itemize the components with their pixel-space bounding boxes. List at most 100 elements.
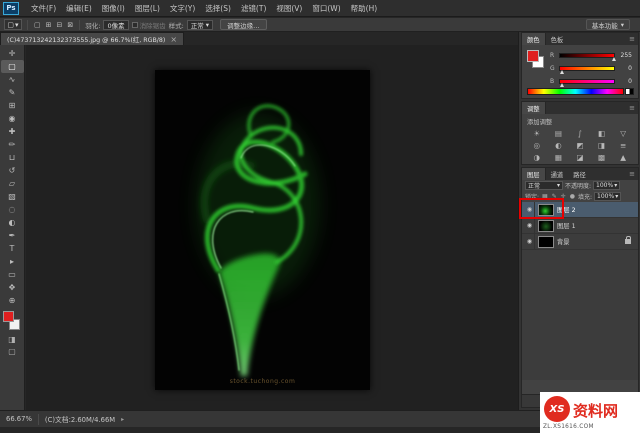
exposure-icon[interactable]: ◧ — [591, 127, 613, 139]
blend-mode-dropdown[interactable]: 正常▾ — [525, 181, 563, 190]
tab-swatches[interactable]: 色板 — [546, 33, 569, 45]
menu-view[interactable]: 视图(V) — [271, 0, 307, 17]
move-tool[interactable]: ✛ — [1, 47, 24, 60]
document-tab[interactable]: (C)473713242132373555.jpg @ 66.7%(红, RGB… — [0, 32, 184, 45]
channel-mixer-icon[interactable]: ≡ — [612, 139, 634, 151]
type-tool[interactable]: T — [1, 242, 24, 255]
rectangular-marquee-tool[interactable]: ▢ — [1, 60, 24, 73]
tab-layers[interactable]: 图层 — [522, 168, 546, 180]
invert-icon[interactable]: ◑ — [526, 151, 548, 163]
quick-mask-button[interactable]: ◨ — [1, 333, 24, 345]
blue-slider[interactable] — [559, 79, 615, 84]
posterize-icon[interactable]: ▦ — [548, 151, 570, 163]
add-selection-icon[interactable]: ⊞ — [45, 21, 53, 29]
color-swatches — [1, 311, 24, 333]
menu-filter[interactable]: 滤镜(T) — [236, 0, 271, 17]
watermark-brand-text: 资料网 — [573, 400, 618, 421]
refine-edge-button[interactable]: 调整边缘… — [220, 19, 267, 30]
tab-paths[interactable]: 路径 — [568, 168, 591, 180]
close-icon[interactable]: × — [170, 35, 177, 44]
menu-help[interactable]: 帮助(H) — [346, 0, 383, 17]
eraser-tool[interactable]: ▱ — [1, 177, 24, 190]
lock-all-icon[interactable]: ● — [569, 193, 576, 200]
menu-image[interactable]: 图像(I) — [97, 0, 130, 17]
foreground-color-swatch[interactable] — [527, 50, 539, 62]
slider-thumb[interactable] — [560, 83, 564, 87]
menu-edit[interactable]: 编辑(E) — [61, 0, 97, 17]
healing-brush-tool[interactable]: ✚ — [1, 125, 24, 138]
tool-preset-button[interactable]: ▢ ▾ — [4, 19, 22, 30]
layer-name[interactable]: 背景 — [557, 237, 570, 246]
fill-input[interactable]: 100%▾ — [594, 192, 621, 201]
hand-tool[interactable]: ✥ — [1, 281, 24, 294]
black-white-icon[interactable]: ◩ — [569, 139, 591, 151]
green-slider[interactable] — [559, 66, 615, 71]
panel-menu-icon[interactable]: ≡ — [629, 35, 635, 43]
red-value[interactable]: 255 — [618, 52, 632, 59]
history-brush-tool[interactable]: ↺ — [1, 164, 24, 177]
layer-thumbnail[interactable] — [538, 220, 554, 232]
panel-menu-icon[interactable]: ≡ — [629, 170, 635, 178]
blue-value[interactable]: 0 — [618, 78, 632, 85]
brightness-contrast-icon[interactable]: ☀ — [526, 127, 548, 139]
menu-select[interactable]: 选择(S) — [200, 0, 236, 17]
new-selection-icon[interactable]: ▢ — [33, 21, 42, 29]
layer-name[interactable]: 图层 1 — [557, 221, 576, 230]
menu-file[interactable]: 文件(F) — [26, 0, 61, 17]
panel-menu-icon[interactable]: ≡ — [629, 104, 635, 112]
dodge-tool[interactable]: ◐ — [1, 216, 24, 229]
gradient-tool[interactable]: ▧ — [1, 190, 24, 203]
color-spectrum-ramp[interactable] — [527, 88, 624, 95]
foreground-color-swatch[interactable] — [3, 311, 14, 322]
screen-mode-button[interactable]: ▢ — [1, 345, 24, 357]
brush-tool[interactable]: ✏ — [1, 138, 24, 151]
layer-row-layer1[interactable]: ◉ 图层 1 — [522, 218, 638, 234]
slider-thumb[interactable] — [560, 70, 564, 74]
zoom-level-field[interactable]: 66.67% — [6, 415, 32, 423]
menu-window[interactable]: 窗口(W) — [307, 0, 345, 17]
menu-layer[interactable]: 图层(L) — [130, 0, 165, 17]
blur-tool[interactable]: ◌ — [1, 203, 24, 216]
color-balance-icon[interactable]: ◐ — [548, 139, 570, 151]
style-dropdown[interactable]: 正常▾ — [187, 20, 213, 30]
red-slider[interactable] — [559, 53, 615, 58]
threshold-icon[interactable]: ◪ — [569, 151, 591, 163]
layer-list-empty-area — [522, 250, 638, 380]
lasso-tool[interactable]: ∿ — [1, 73, 24, 86]
quick-selection-tool[interactable]: ✎ — [1, 86, 24, 99]
tab-color[interactable]: 颜色 — [522, 33, 546, 45]
pen-tool[interactable]: ✒ — [1, 229, 24, 242]
intersect-selection-icon[interactable]: ⊠ — [66, 21, 74, 29]
smoke-image[interactable]: stock.tuchong.com — [155, 70, 370, 390]
black-white-ramp[interactable] — [625, 88, 634, 95]
photo-filter-icon[interactable]: ◨ — [591, 139, 613, 151]
path-selection-tool[interactable]: ▸ — [1, 255, 24, 268]
curves-icon[interactable]: ∫ — [569, 127, 591, 139]
zoom-tool[interactable]: ⊕ — [1, 294, 24, 307]
crop-tool[interactable]: ⊞ — [1, 99, 24, 112]
visibility-eye-icon[interactable]: ◉ — [525, 218, 535, 234]
visibility-eye-icon[interactable]: ◉ — [525, 234, 535, 250]
status-options-arrow-icon[interactable]: ▸ — [121, 416, 124, 423]
shape-tool[interactable]: ▭ — [1, 268, 24, 281]
green-value[interactable]: 0 — [618, 65, 632, 72]
opacity-input[interactable]: 100%▾ — [593, 181, 620, 190]
antialias-checkbox[interactable]: 消除锯齿 — [132, 20, 166, 30]
canvas-area[interactable]: stock.tuchong.com — [26, 45, 518, 410]
workspace-switcher-button[interactable]: 基本功能▾ — [586, 19, 630, 30]
tab-channels[interactable]: 通道 — [546, 168, 569, 180]
selective-color-icon[interactable]: ▲ — [612, 151, 634, 163]
vibrance-icon[interactable]: ▽ — [612, 127, 634, 139]
layer-row-background[interactable]: ◉ 背景 — [522, 234, 638, 250]
gradient-map-icon[interactable]: ▩ — [591, 151, 613, 163]
layer-thumbnail[interactable] — [538, 236, 554, 248]
tab-adjustments[interactable]: 调整 — [522, 102, 546, 114]
levels-icon[interactable]: ▤ — [548, 127, 570, 139]
hue-saturation-icon[interactable]: ◎ — [526, 139, 548, 151]
eyedropper-tool[interactable]: ◉ — [1, 112, 24, 125]
menu-type[interactable]: 文字(Y) — [165, 0, 200, 17]
clone-stamp-tool[interactable]: ⊔ — [1, 151, 24, 164]
feather-input[interactable]: 0像素 — [103, 20, 128, 30]
subtract-selection-icon[interactable]: ⊟ — [56, 21, 64, 29]
slider-thumb[interactable] — [612, 57, 616, 61]
